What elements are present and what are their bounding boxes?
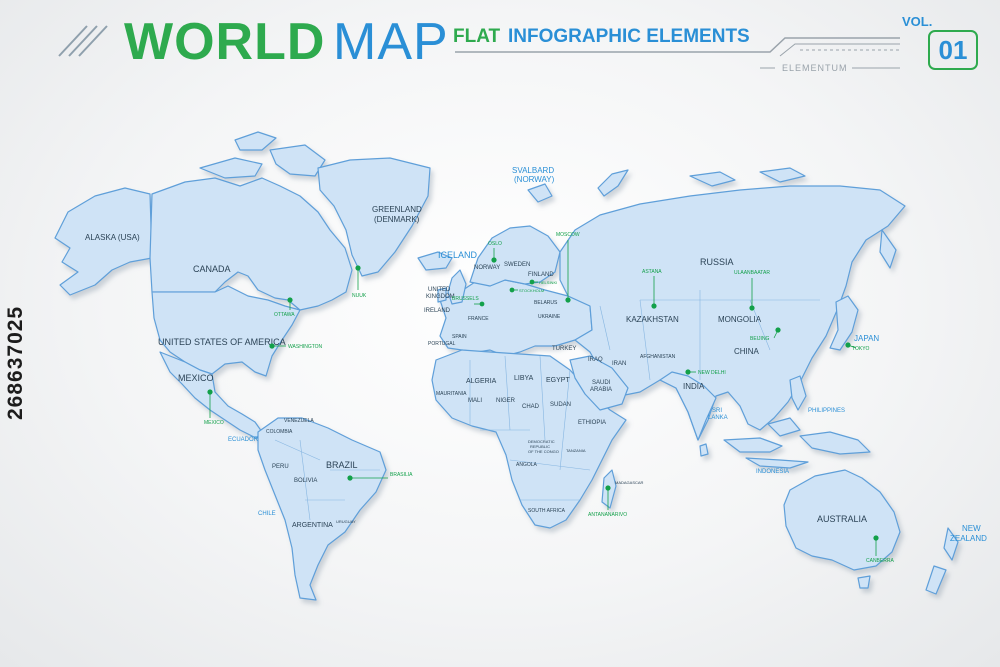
label-southafrica: SOUTH AFRICA (528, 508, 566, 514)
label-peru: PERU (272, 464, 289, 470)
arctic-islands-shape (199, 131, 326, 179)
label-belarus: BELARUS (534, 300, 558, 306)
label-indonesia: INDONESIA (756, 469, 789, 475)
capital-tokyo: TOKYO (845, 342, 870, 352)
label-turkey: TURKEY (552, 346, 576, 352)
label-algeria: ALGERIA (466, 378, 497, 385)
canada-shape (149, 177, 353, 311)
label-greenland1: GREENLAND (372, 205, 422, 214)
label-alaska: ALASKA (USA) (85, 233, 140, 242)
label-afghanistan: AFGHANISTAN (640, 354, 676, 360)
label-iraq: IRAQ (588, 357, 603, 363)
sri-lanka-shape (699, 443, 709, 457)
label-greenland2: (DENMARK) (374, 215, 420, 224)
label-finland: FINLAND (528, 272, 554, 278)
label-egypt: EGYPT (546, 377, 570, 384)
label-srilanka1: SRI (712, 408, 722, 414)
label-newzealand2: ZEALAND (950, 534, 987, 543)
label-iceland: ICELAND (438, 250, 478, 260)
philippines-shape (789, 375, 807, 411)
label-libya: LIBYA (514, 375, 534, 382)
capital-label-brussels: BRUSSELS (452, 296, 479, 302)
label-philippines: PHILIPPINES (808, 408, 845, 414)
capital-label-moscow: MOSCOW (556, 232, 580, 238)
capital-label-ottawa: OTTAWA (274, 312, 295, 318)
svalbard-shape (527, 183, 553, 203)
capital-label-new-delhi: NEW DELHI (698, 370, 726, 376)
capital-label-canberra: CANBERRA (866, 558, 894, 564)
label-sudan: SUDAN (550, 402, 571, 408)
capital-label-washington: WASHINGTON (288, 344, 323, 350)
label-ethiopia: ETHIOPIA (578, 420, 606, 426)
world-map: ALASKA (USA) CANADA UNITED STATES OF AME… (54, 131, 987, 601)
label-uruguay: URUGUAY (336, 519, 356, 524)
capital-label-beijing: BEIJING (750, 336, 770, 342)
label-france: FRANCE (468, 316, 489, 322)
label-brazil: BRAZIL (326, 460, 358, 470)
label-mauritania: MAURITANIA (436, 391, 467, 397)
label-newzealand1: NEW (962, 524, 981, 533)
label-mongolia: MONGOLIA (718, 315, 762, 324)
capital-label-astana: ASTANA (642, 269, 662, 275)
label-svalbard1: SVALBARD (512, 166, 554, 175)
capital-label-tokyo: TOKYO (852, 346, 870, 352)
capital-label-helsinki: HELSINKI (539, 280, 557, 285)
label-venezuela: VENEZUELA (284, 418, 314, 424)
capital-label-mexico: MEXICO (204, 420, 224, 426)
label-tanzania: TANZANIA (566, 448, 586, 453)
label-kazakhstan: KAZAKHSTAN (626, 315, 679, 324)
tasmania-shape (857, 575, 871, 589)
label-uk2: KINGDOM (426, 294, 455, 300)
capital-label-ulaanbaatar: ULAANBAATAR (734, 270, 770, 276)
south-america-shape (257, 417, 387, 601)
label-india: INDIA (683, 382, 705, 391)
label-russia: RUSSIA (700, 257, 734, 267)
label-drc3: OF THE CONGO (528, 449, 559, 454)
label-svalbard2: (NORWAY) (514, 175, 555, 184)
label-spain: SPAIN (452, 334, 467, 340)
capital-label-stockholm: STOCKHOLM (519, 288, 544, 293)
label-canada: CANADA (193, 264, 231, 274)
indonesia-shape (723, 417, 871, 469)
label-mexico: MEXICO (178, 373, 214, 383)
label-argentina: ARGENTINA (292, 522, 333, 529)
label-ecuador: ECUADOR (228, 437, 259, 443)
label-usa: UNITED STATES OF AMERICA (158, 337, 286, 347)
capital-label-nuuk: NUUK (352, 293, 367, 299)
label-iran: IRAN (612, 361, 626, 367)
label-srilanka2: LANKA (708, 415, 728, 421)
label-portugal: PORTUGAL (428, 341, 456, 347)
label-chile: CHILE (258, 511, 276, 517)
label-saudi2: ARABIA (590, 387, 612, 393)
kamchatka-shape (879, 229, 897, 269)
label-mali: MALI (468, 398, 482, 404)
label-ukraine: UKRAINE (538, 314, 561, 320)
label-chad: CHAD (522, 404, 540, 410)
label-sweden: SWEDEN (504, 262, 530, 268)
label-angola: ANGOLA (516, 462, 538, 468)
label-japan: JAPAN (854, 334, 879, 343)
label-colombia: COLOMBIA (266, 429, 293, 435)
label-niger: NIGER (496, 398, 516, 404)
capital-label-oslo: OSLO (488, 241, 502, 247)
label-norway: NORWAY (474, 265, 500, 271)
label-madagascar: MADAGASCAR (615, 480, 644, 485)
label-bolivia: BOLIVIA (294, 478, 317, 484)
label-uk1: UNITED (428, 287, 451, 293)
label-saudi1: SAUDI (592, 380, 611, 386)
capital-label-antananarivo: ANTANANARIVO (588, 512, 627, 518)
label-australia: AUSTRALIA (817, 514, 867, 524)
capital-label-brasilia: BRASILIA (390, 472, 413, 478)
label-china: CHINA (734, 347, 760, 356)
label-ireland: IRELAND (424, 308, 451, 314)
